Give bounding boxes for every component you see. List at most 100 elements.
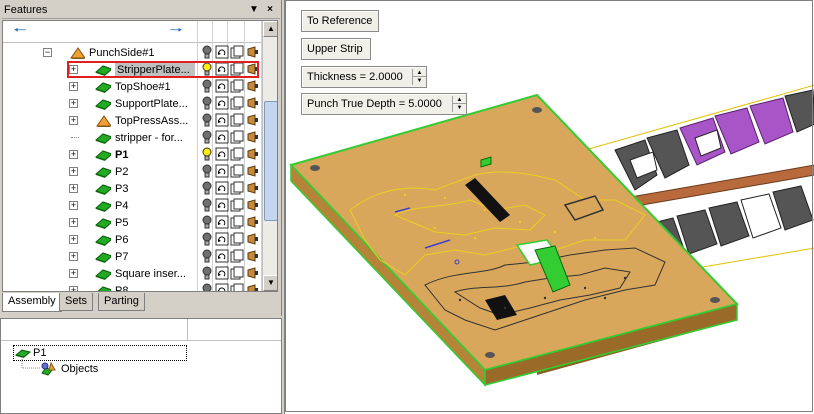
tree-row[interactable]: + StripperPlate... [3,61,261,78]
upper-strip-button[interactable]: Upper Strip [301,38,371,60]
expand-icon[interactable]: + [69,150,78,159]
regenerate-icon[interactable] [215,232,229,247]
regenerate-icon[interactable] [215,215,229,230]
punch-true-depth-value[interactable]: 5.0000 [408,98,442,110]
tree-row[interactable]: + P5 [3,214,261,231]
regenerate-icon[interactable] [215,283,229,292]
bulb-off-icon[interactable] [200,130,214,145]
object-row-p1[interactable]: P1 [1,345,281,361]
regenerate-icon[interactable] [215,266,229,281]
expand-icon[interactable]: + [69,218,78,227]
copy-icon[interactable] [230,232,244,247]
copy-icon[interactable] [230,96,244,111]
tree-row[interactable]: + TopShoe#1 [3,78,261,95]
copy-icon[interactable] [230,198,244,213]
expand-icon[interactable]: + [69,201,78,210]
thickness-spinner[interactable]: ▲ ▼ [412,69,426,85]
spin-down-icon[interactable]: ▼ [413,77,426,85]
spin-up-icon[interactable]: ▲ [453,96,466,104]
expand-icon[interactable]: + [69,286,78,291]
lamp-icon[interactable] [246,79,260,94]
bulb-off-icon[interactable] [200,232,214,247]
scroll-down-icon[interactable]: ▼ [263,275,277,291]
lamp-icon[interactable] [246,164,260,179]
regenerate-icon[interactable] [215,45,229,60]
close-icon[interactable]: × [264,3,276,16]
3d-viewport[interactable]: To Reference Upper Strip Thickness = 2.0… [284,0,814,414]
lamp-icon[interactable] [246,147,260,162]
tree-row[interactable]: + P6 [3,231,261,248]
bulb-on-icon[interactable] [200,147,214,162]
lamp-icon[interactable] [246,266,260,281]
lamp-icon[interactable] [246,113,260,128]
tree-row[interactable]: stripper - for... [3,129,261,146]
copy-icon[interactable] [230,147,244,162]
lamp-icon[interactable] [246,283,260,292]
copy-icon[interactable] [230,79,244,94]
bulb-off-icon[interactable] [200,45,214,60]
expand-icon[interactable]: + [69,116,78,125]
bulb-off-icon[interactable] [200,198,214,213]
regenerate-icon[interactable] [215,249,229,264]
tree-scrollbar[interactable]: ▲ ▼ [262,21,277,291]
expand-icon[interactable]: + [69,269,78,278]
bulb-off-icon[interactable] [200,283,214,292]
tab-assembly[interactable]: Assembly [2,293,62,312]
expand-icon[interactable]: + [69,235,78,244]
bulb-off-icon[interactable] [200,249,214,264]
regenerate-icon[interactable] [215,96,229,111]
regenerate-icon[interactable] [215,164,229,179]
lamp-icon[interactable] [246,215,260,230]
spin-up-icon[interactable]: ▲ [413,69,426,77]
regenerate-icon[interactable] [215,147,229,162]
tree-row[interactable]: + Square inser... [3,265,261,282]
tree-row[interactable]: + P3 [3,180,261,197]
copy-icon[interactable] [230,130,244,145]
tree-row[interactable]: + P1 [3,146,261,163]
lamp-icon[interactable] [246,96,260,111]
pin-icon[interactable]: ▼ [248,3,260,16]
punch-true-depth-field[interactable]: Punch True Depth = 5.0000 ▲ ▼ [301,93,467,115]
lamp-icon[interactable] [246,181,260,196]
lamp-icon[interactable] [246,130,260,145]
tree-row[interactable]: + P2 [3,163,261,180]
copy-icon[interactable] [230,181,244,196]
bulb-off-icon[interactable] [200,215,214,230]
tree-row[interactable]: + TopPressAss... [3,112,261,129]
regenerate-icon[interactable] [215,130,229,145]
bulb-off-icon[interactable] [200,79,214,94]
bulb-off-icon[interactable] [200,96,214,111]
lamp-icon[interactable] [246,232,260,247]
lamp-icon[interactable] [246,45,260,60]
punch-depth-spinner[interactable]: ▲ ▼ [452,96,466,112]
regenerate-icon[interactable] [215,181,229,196]
bulb-off-icon[interactable] [200,113,214,128]
thickness-field[interactable]: Thickness = 2.0000 ▲ ▼ [301,66,427,88]
copy-icon[interactable] [230,215,244,230]
scroll-up-icon[interactable]: ▲ [263,21,277,37]
expand-icon[interactable]: + [69,82,78,91]
copy-icon[interactable] [230,266,244,281]
bulb-off-icon[interactable] [200,266,214,281]
expand-icon[interactable]: + [69,167,78,176]
regenerate-icon[interactable] [215,198,229,213]
tab-sets[interactable]: Sets [59,293,94,311]
feature-tree[interactable]: 🠐 🠒 − PunchSide#1 + StripperPlate... + TopSho… [2,20,278,292]
back-arrow-icon[interactable]: 🠐 [11,23,29,38]
scroll-thumb[interactable] [264,101,277,221]
tree-row[interactable]: − PunchSide#1 [3,44,261,61]
bulb-off-icon[interactable] [200,181,214,196]
regenerate-icon[interactable] [215,79,229,94]
tab-parting[interactable]: Parting [98,293,145,311]
copy-icon[interactable] [230,45,244,60]
copy-icon[interactable] [230,164,244,179]
collapse-icon[interactable]: − [43,48,52,57]
forward-arrow-icon[interactable]: 🠒 [167,23,185,38]
bulb-off-icon[interactable] [200,164,214,179]
expand-icon[interactable]: + [69,99,78,108]
expand-icon[interactable]: + [69,184,78,193]
thickness-value[interactable]: 2.0000 [369,71,403,83]
copy-icon[interactable] [230,113,244,128]
regenerate-icon[interactable] [215,113,229,128]
lamp-icon[interactable] [246,249,260,264]
